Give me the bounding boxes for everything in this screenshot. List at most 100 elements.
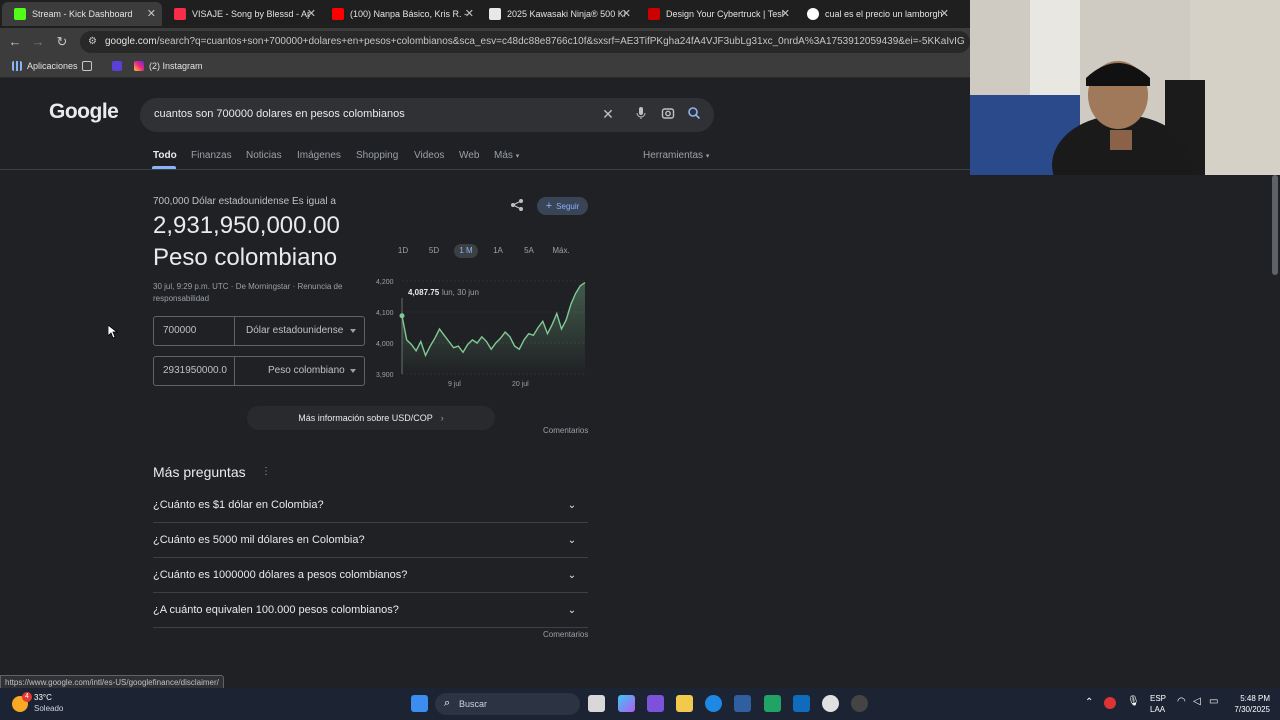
faq-item[interactable]: ¿A cuánto equivalen 100.000 pesos colomb… <box>153 593 588 628</box>
google-logo[interactable]: Google <box>49 100 119 124</box>
close-icon[interactable]: ✕ <box>147 8 156 20</box>
forward-arrow-icon[interactable]: → <box>30 34 46 50</box>
chevron-down-icon: ⌄ <box>567 535 577 546</box>
search-input[interactable]: cuantos son 700000 dolares en pesos colo… <box>140 98 714 132</box>
excel-icon[interactable] <box>764 695 781 712</box>
wifi-icon[interactable]: ◠ <box>1177 696 1186 707</box>
from-amount-input[interactable]: 700000 <box>163 325 233 336</box>
faq-question: ¿Cuánto es $1 dólar en Colombia? <box>153 499 324 511</box>
tab-shopping[interactable]: Shopping <box>356 150 398 161</box>
chevron-down-icon: ⌄ <box>567 605 577 616</box>
from-currency-field[interactable]: 700000 Dólar estadounidense <box>153 316 365 346</box>
exchange-rate-chart[interactable]: 4,087.75 lun, 30 jun 4,200 4,100 4,000 3… <box>370 270 590 395</box>
page-scrollbar[interactable] <box>1270 175 1280 687</box>
file-explorer-icon[interactable] <box>676 695 693 712</box>
range-5d[interactable]: 5D <box>422 246 446 255</box>
bookmark-p[interactable] <box>112 61 127 71</box>
tray-app-icon[interactable] <box>1104 697 1116 709</box>
range-1d[interactable]: 1D <box>391 246 415 255</box>
feedback-link[interactable]: Comentarios <box>543 426 588 435</box>
clock-time[interactable]: 5:48 PM <box>1230 694 1270 703</box>
address-bar[interactable]: ⚙ google.com/search?q=cuantos+son+700000… <box>80 31 970 53</box>
chevron-up-icon[interactable]: ⌃ <box>1085 697 1093 708</box>
lens-icon[interactable] <box>660 106 676 123</box>
to-currency-select[interactable]: Peso colombiano <box>268 365 345 376</box>
clear-icon[interactable]: ✕ <box>600 106 616 122</box>
tab-imagenes[interactable]: Imágenes <box>297 150 341 161</box>
tab-web[interactable]: Web <box>459 150 479 161</box>
search-icon[interactable] <box>686 106 702 123</box>
tab-title: Design Your Cybertruck | Tesla <box>666 9 784 19</box>
battery-icon[interactable]: ▭ <box>1209 696 1218 707</box>
more-info-button[interactable]: Más información sobre USD/COP › <box>247 406 495 430</box>
share-icon[interactable] <box>510 198 524 217</box>
clock-date[interactable]: 7/30/2025 <box>1220 705 1270 714</box>
faq-item[interactable]: ¿Cuánto es $1 dólar en Colombia? ⌄ <box>153 488 588 523</box>
chrome-icon[interactable] <box>822 695 839 712</box>
back-arrow-icon[interactable]: ← <box>7 34 23 50</box>
mouse-cursor-icon <box>108 325 118 339</box>
range-max[interactable]: Máx. <box>549 246 573 255</box>
tab-finanzas[interactable]: Finanzas <box>191 150 232 161</box>
bookmark-grid[interactable] <box>82 61 97 71</box>
windows-taskbar: 4 33°C Soleado ⌕ Buscar ⌃ 🎙 ESP LAA ◠ ◁ … <box>0 688 1280 720</box>
taskbar-search[interactable]: ⌕ Buscar <box>435 693 580 715</box>
range-1a[interactable]: 1A <box>486 246 510 255</box>
tab-apple-music[interactable]: VISAJE - Song by Blessd - Apple ✕ <box>162 2 322 26</box>
language-layout[interactable]: LAA <box>1150 705 1165 714</box>
converter-meta[interactable]: 30 jul, 9:29 p.m. UTC · De Morningstar ·… <box>153 282 342 291</box>
bookmark-instagram[interactable]: (2) Instagram <box>134 61 203 71</box>
range-5a[interactable]: 5A <box>517 246 541 255</box>
converter-result-value: 2,931,950,000.00 <box>153 212 340 239</box>
tab-tesla[interactable]: Design Your Cybertruck | Tesla ✕ <box>636 2 796 26</box>
nav-divider <box>0 169 970 170</box>
volume-icon[interactable]: ◁ <box>1193 696 1201 707</box>
close-icon[interactable]: ✕ <box>622 8 631 20</box>
windows-start-icon[interactable] <box>411 695 428 712</box>
faq-question: ¿Cuánto es 5000 mil dólares en Colombia? <box>153 534 365 546</box>
to-currency-field[interactable]: 2931950000.0 Peso colombiano <box>153 356 365 386</box>
close-icon[interactable]: ✕ <box>465 8 474 20</box>
close-icon[interactable]: ✕ <box>940 8 949 20</box>
obs-icon[interactable] <box>851 695 868 712</box>
bookmark-apps[interactable]: Aplicaciones <box>12 61 78 71</box>
store-icon[interactable] <box>734 695 751 712</box>
chart-tooltip-date: lun, 30 jun <box>442 288 479 297</box>
tab-kawasaki[interactable]: 2025 Kawasaki Ninja® 500 KRT ✕ <box>477 2 637 26</box>
tab-todo[interactable]: Todo <box>153 150 177 161</box>
faq-item[interactable]: ¿Cuánto es 1000000 dólares a pesos colom… <box>153 558 588 593</box>
tab-google-lamborghini[interactable]: cual es el precio un lamborghini ✕ <box>795 2 955 26</box>
microphone-icon[interactable]: 🎙 <box>1127 696 1140 707</box>
weather-temp[interactable]: 33°C <box>34 693 52 702</box>
follow-button[interactable]: + Seguir <box>537 197 588 215</box>
more-options-icon[interactable]: ⋮ <box>261 466 271 477</box>
copilot-icon[interactable] <box>618 695 635 712</box>
reload-icon[interactable]: ↻ <box>54 34 70 50</box>
tab-kick-dashboard[interactable]: Stream - Kick Dashboard ✕ <box>2 2 162 26</box>
converter-meta-disclaimer[interactable]: responsabilidad <box>153 294 209 303</box>
tab-youtube[interactable]: (100) Nanpa Básico, Kris R. - Ca ✕ <box>320 2 480 26</box>
language-indicator[interactable]: ESP <box>1150 694 1166 703</box>
app-icon[interactable] <box>647 695 664 712</box>
close-icon[interactable]: ✕ <box>781 8 790 20</box>
close-icon[interactable]: ✕ <box>307 8 316 20</box>
site-info-icon[interactable]: ⚙ <box>88 36 97 47</box>
faq-item[interactable]: ¿Cuánto es 5000 mil dólares en Colombia?… <box>153 523 588 558</box>
to-amount-input[interactable]: 2931950000.0 <box>163 365 233 376</box>
tab-noticias[interactable]: Noticias <box>246 150 282 161</box>
outlook-icon[interactable] <box>793 695 810 712</box>
y-tick-label: 4,200 <box>376 279 394 286</box>
task-view-icon[interactable] <box>588 695 605 712</box>
range-1m[interactable]: 1 M <box>454 244 478 258</box>
weather-desc[interactable]: Soleado <box>34 704 63 713</box>
questions-feedback-link[interactable]: Comentarios <box>543 630 588 639</box>
from-currency-select[interactable]: Dólar estadounidense <box>246 325 343 336</box>
scrollbar-thumb[interactable] <box>1272 175 1278 275</box>
tab-videos[interactable]: Videos <box>414 150 444 161</box>
status-url-tooltip: https://www.google.com/intl/es-US/google… <box>0 675 224 689</box>
grid-icon <box>82 61 92 71</box>
tools-button[interactable]: Herramientas ▾ <box>643 150 709 161</box>
edge-icon[interactable] <box>705 695 722 712</box>
tab-mas[interactable]: Más ▾ <box>494 150 519 161</box>
microphone-icon[interactable] <box>633 106 649 123</box>
